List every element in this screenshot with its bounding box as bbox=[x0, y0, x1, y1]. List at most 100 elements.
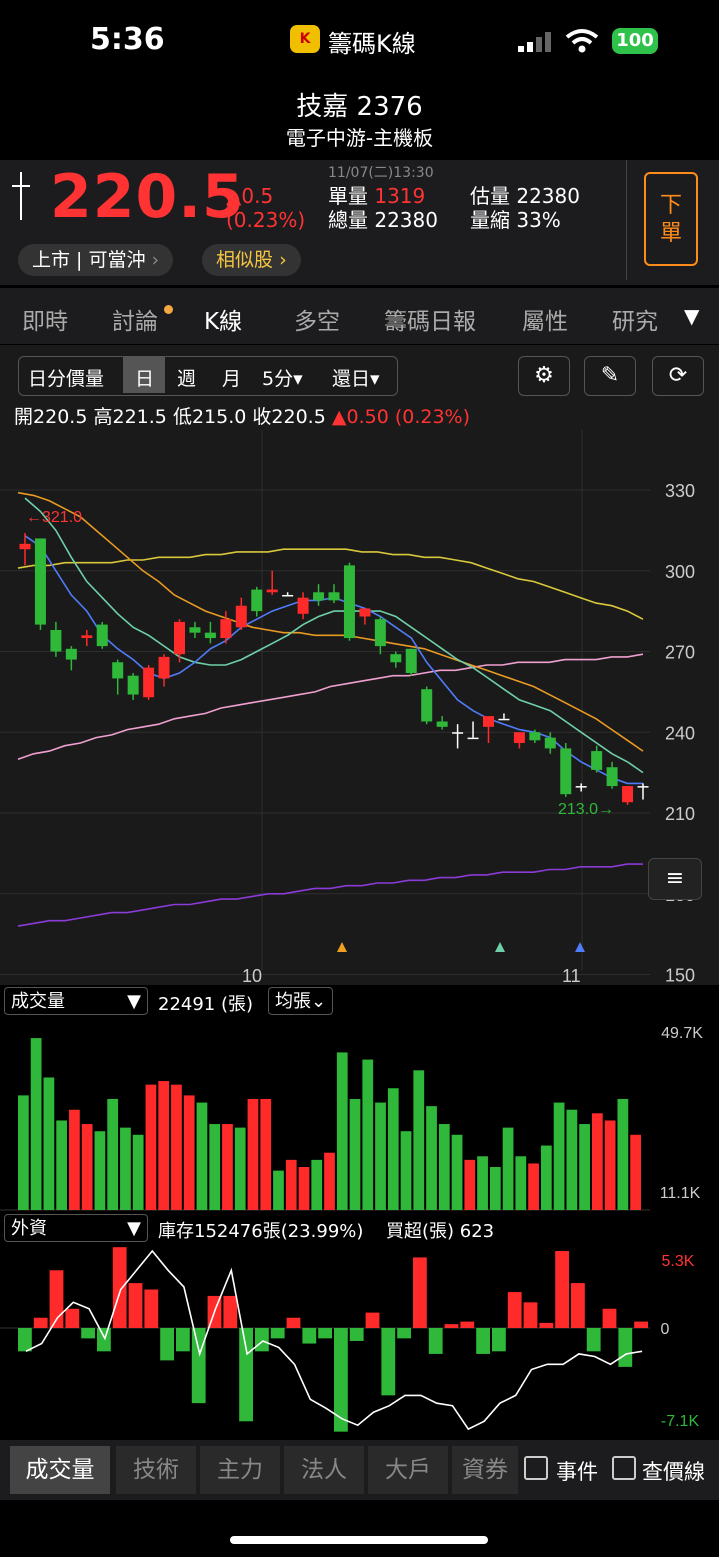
stock-title: 技嘉 2376 bbox=[296, 92, 423, 122]
volume-bar bbox=[120, 1127, 131, 1210]
price-line-checkbox[interactable] bbox=[612, 1456, 636, 1480]
period-month[interactable]: 月 bbox=[222, 364, 241, 391]
price-change: ▲0.5 (0.23%) bbox=[226, 184, 305, 232]
candle-body bbox=[81, 635, 93, 639]
foreign-bar bbox=[112, 1247, 127, 1328]
draw-button[interactable]: ✎ bbox=[584, 356, 636, 396]
volume-bar bbox=[438, 1124, 450, 1210]
period-day[interactable]: 日 bbox=[135, 364, 154, 391]
btab-big-holders[interactable]: 大戶 bbox=[368, 1446, 448, 1494]
volume-indicator-select[interactable]: 成交量 ▼ bbox=[4, 987, 148, 1015]
tab-research[interactable]: 研究 bbox=[612, 302, 670, 336]
foreign-net: 買超(張) 623 bbox=[386, 1221, 495, 1242]
rotate-button[interactable]: ⟳ bbox=[652, 356, 704, 396]
foreign-bar bbox=[381, 1328, 396, 1396]
period-intraday[interactable]: 日分價量 bbox=[28, 364, 104, 391]
foreign-bar bbox=[413, 1257, 427, 1328]
foreign-indicator-select[interactable]: 外資 ▼ bbox=[4, 1214, 148, 1242]
tab-chip-daily[interactable]: 籌碼日報 bbox=[384, 302, 476, 336]
app-icon: K bbox=[290, 25, 320, 53]
volume-bar bbox=[171, 1084, 182, 1210]
btab-major[interactable]: 主力 bbox=[200, 1446, 280, 1494]
candle-body bbox=[390, 654, 402, 663]
volume-bar bbox=[451, 1134, 463, 1210]
btab-volume[interactable]: 成交量 bbox=[10, 1446, 110, 1494]
candle-body bbox=[143, 667, 155, 698]
candle-body bbox=[421, 689, 433, 722]
y-tick-label: 300 bbox=[665, 562, 695, 582]
candle-body bbox=[50, 629, 62, 652]
foreign-bar bbox=[365, 1312, 380, 1328]
foreign-chart[interactable]: 5.3K 0 -7.1K bbox=[0, 1244, 719, 1434]
btab-technical[interactable]: 技術 bbox=[116, 1446, 196, 1494]
close-value: 220.5 bbox=[271, 406, 326, 428]
volume-bar bbox=[183, 1095, 195, 1210]
volume-mode-select[interactable]: 均張⌄ bbox=[268, 987, 334, 1015]
volume-bar bbox=[324, 1152, 335, 1210]
btab-margin[interactable]: 資券 bbox=[452, 1446, 518, 1494]
tab-discussion[interactable]: 討論 bbox=[112, 302, 158, 336]
volume-bar bbox=[540, 1145, 552, 1210]
volume-bar bbox=[489, 1167, 501, 1210]
adjust-dropdown[interactable]: 還日▾ bbox=[332, 364, 380, 391]
doji-icon bbox=[12, 172, 30, 220]
price-change-pct: (0.23%) bbox=[226, 208, 306, 232]
foreign-bar bbox=[144, 1289, 159, 1328]
candle-body bbox=[343, 565, 355, 639]
candle-body bbox=[606, 767, 618, 787]
btab-institution[interactable]: 法人 bbox=[284, 1446, 364, 1494]
x-tick-label: 10 bbox=[242, 966, 262, 986]
tab-bull-bear[interactable]: 多空 bbox=[294, 302, 340, 336]
foreign-bar bbox=[81, 1328, 95, 1339]
volume-stats-right: 估量 22380 量縮 33% bbox=[470, 184, 580, 232]
order-button[interactable]: 下單 bbox=[644, 172, 698, 266]
single-vol-label: 單量 bbox=[328, 184, 368, 208]
volume-bar bbox=[30, 1038, 42, 1210]
low-value: 215.0 bbox=[191, 406, 247, 428]
market-tag-button[interactable]: 上市 | 可當沖 › bbox=[18, 244, 174, 276]
volume-bar bbox=[209, 1124, 221, 1210]
volume-bar bbox=[426, 1106, 437, 1210]
candle-body bbox=[529, 732, 541, 741]
candle-body bbox=[220, 619, 232, 639]
tabs-dropdown-icon[interactable]: ▼ bbox=[684, 304, 699, 328]
notification-dot bbox=[164, 305, 173, 314]
volume-bar bbox=[81, 1124, 93, 1210]
settings-button[interactable]: ⚙ bbox=[518, 356, 570, 396]
foreign-bar bbox=[176, 1328, 190, 1352]
volume-bar bbox=[311, 1159, 323, 1210]
volume-mode-label: 均張 bbox=[275, 991, 311, 1012]
chevron-right-icon: › bbox=[279, 249, 287, 271]
candle-body bbox=[637, 786, 649, 788]
candle-body bbox=[266, 589, 278, 593]
candle-body bbox=[560, 748, 572, 795]
est-vol-label: 估量 bbox=[470, 184, 510, 208]
similar-stocks-button[interactable]: 相似股 › bbox=[202, 244, 301, 276]
foreign-indicator-label: 外資 bbox=[11, 1218, 47, 1239]
kline-chart[interactable]: 3303002702402101801501011←321.0213.0→ bbox=[0, 430, 719, 990]
volume-bar bbox=[298, 1167, 310, 1210]
home-indicator[interactable] bbox=[230, 1536, 488, 1544]
candle-body bbox=[498, 718, 510, 721]
chart-menu-button[interactable]: ≡ bbox=[648, 858, 702, 900]
events-label: 事件 bbox=[556, 1460, 598, 1484]
tab-kline[interactable]: K線 bbox=[204, 302, 242, 336]
y-tick-label: 330 bbox=[665, 481, 695, 501]
volume-bar bbox=[69, 1109, 80, 1210]
wifi-icon bbox=[565, 29, 599, 53]
chevron-down-icon: ⌄ bbox=[311, 991, 327, 1012]
events-checkbox[interactable] bbox=[524, 1456, 548, 1480]
foreign-bar bbox=[460, 1321, 475, 1328]
candle-body bbox=[282, 594, 294, 597]
tab-realtime[interactable]: 即時 bbox=[22, 302, 68, 336]
foreign-bar bbox=[476, 1328, 490, 1354]
foreign-bar bbox=[191, 1328, 206, 1404]
foreign-min-label: -7.1K bbox=[661, 1413, 700, 1430]
menu-lines-icon: ≡ bbox=[665, 866, 685, 891]
tab-attributes[interactable]: 屬性 bbox=[522, 302, 568, 336]
volume-chart[interactable]: 49.7K 11.1K bbox=[0, 1018, 719, 1213]
y-tick-label: 150 bbox=[665, 966, 695, 986]
period-week[interactable]: 週 bbox=[177, 364, 196, 391]
period-5min[interactable]: 5分▾ bbox=[262, 364, 303, 391]
foreign-bar bbox=[397, 1328, 411, 1339]
